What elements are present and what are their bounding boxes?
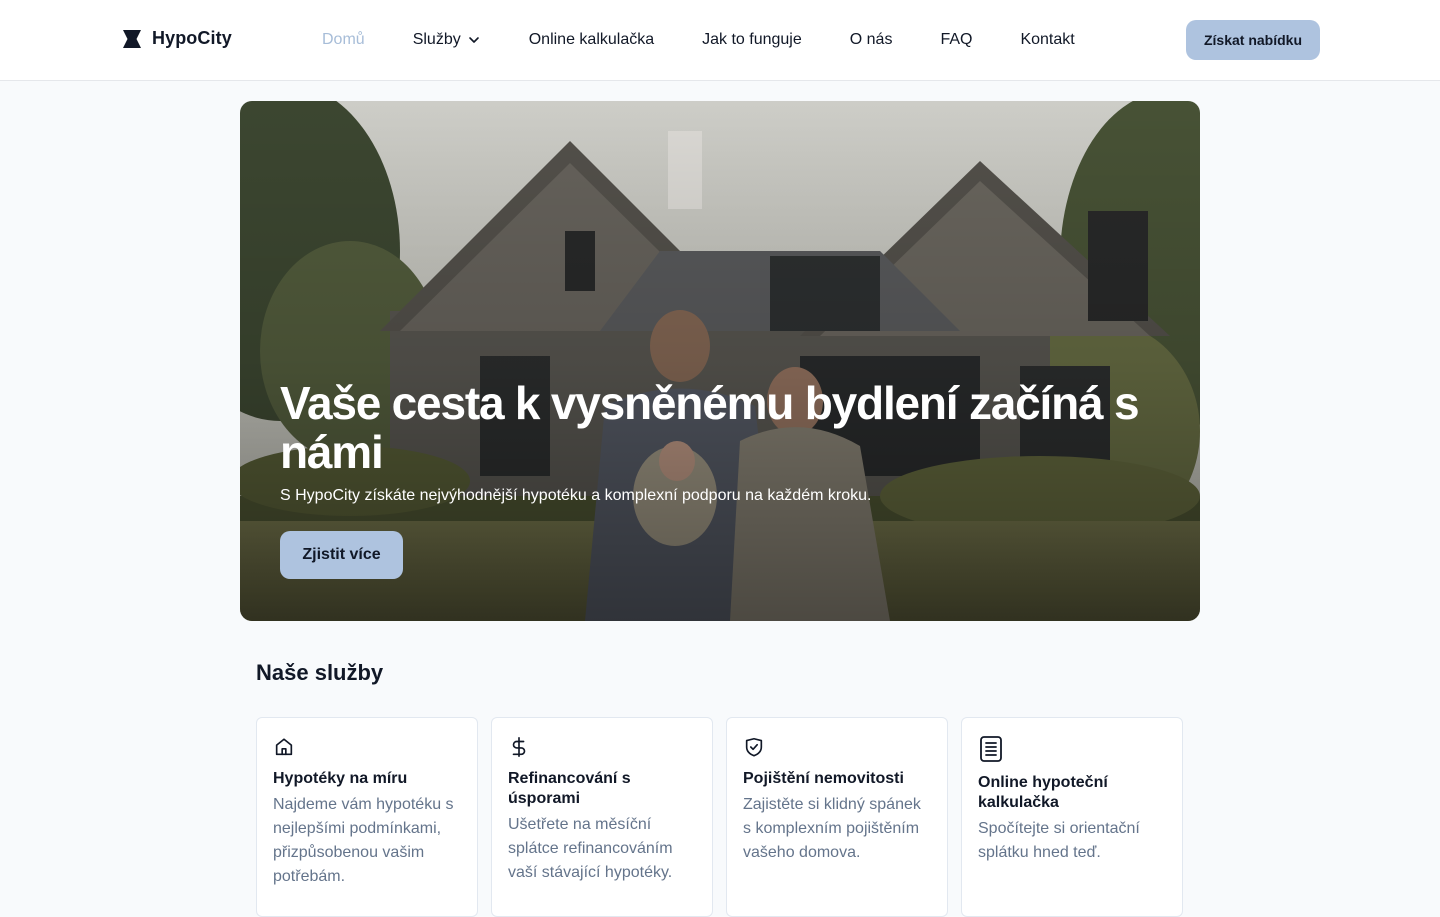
nav-item-services[interactable]: Služby: [413, 31, 481, 49]
logo[interactable]: HypoCity: [122, 28, 232, 49]
main-nav: Domů Služby Online kalkulačka Jak to fun…: [322, 0, 1075, 80]
dollar-icon: [508, 734, 696, 760]
nav-item-home[interactable]: Domů: [322, 31, 365, 49]
service-card-insurance[interactable]: Pojištění nemovitosti Zajistěte si klidn…: [726, 717, 948, 917]
services-list: Hypotéky na míru Najdeme vám hypotéku s …: [256, 717, 1183, 917]
services-title: Naše služby: [256, 660, 384, 685]
nav-item-about[interactable]: O nás: [850, 31, 893, 49]
hero-subtitle: S HypoCity získáte nejvýhodnější hypoték…: [280, 487, 872, 504]
service-card-description: Zajistěte si klidný spánek s komplexním …: [743, 796, 921, 861]
home-icon: [273, 734, 461, 760]
service-card-description: Spočítejte si orientační splátku hned te…: [978, 820, 1140, 861]
nav-item-faq[interactable]: FAQ: [940, 31, 972, 49]
service-card-title: Pojištění nemovitosti: [743, 770, 904, 787]
logo-icon: [122, 29, 142, 49]
service-card-mortgages[interactable]: Hypotéky na míru Najdeme vám hypotéku s …: [256, 717, 478, 917]
nav-item-services-label: Služby: [412, 31, 461, 48]
nav-item-how-it-works[interactable]: Jak to funguje: [702, 31, 802, 49]
logo-text: HypoCity: [152, 28, 232, 48]
nav-item-calculator[interactable]: Online kalkulačka: [529, 31, 654, 49]
hero-title: Vaše cesta k vysněnému bydlení začíná s …: [280, 377, 1140, 478]
hero-content: Vaše cesta k vysněnému bydlení začíná s …: [280, 379, 1160, 579]
learn-more-button[interactable]: Zjistit více: [280, 531, 403, 579]
service-card-description: Ušetřete na měsíční splátce refinancován…: [508, 816, 673, 881]
site-header: HypoCity Domů Služby Online kalkulačka J…: [0, 0, 1440, 81]
service-card-description: Najdeme vám hypotéku s nejlepšími podmín…: [273, 796, 454, 885]
service-card-title: Hypotéky na míru: [273, 770, 408, 787]
get-offer-button[interactable]: Získat nabídku: [1186, 20, 1320, 60]
service-card-title: Online hypoteční kalkulačka: [978, 774, 1108, 811]
service-card-refinancing[interactable]: Refinancování s úsporami Ušetřete na měs…: [491, 717, 713, 917]
shield-check-icon: [743, 734, 931, 760]
chevron-down-icon: [467, 33, 481, 47]
hero-banner: Vaše cesta k vysněnému bydlení začíná s …: [240, 101, 1200, 621]
service-card-calculator[interactable]: Online hypoteční kalkulačka Spočítejte s…: [961, 717, 1183, 917]
document-icon: [978, 734, 1166, 764]
nav-item-contact[interactable]: Kontakt: [1020, 31, 1074, 49]
service-card-title: Refinancování s úsporami: [508, 770, 631, 807]
